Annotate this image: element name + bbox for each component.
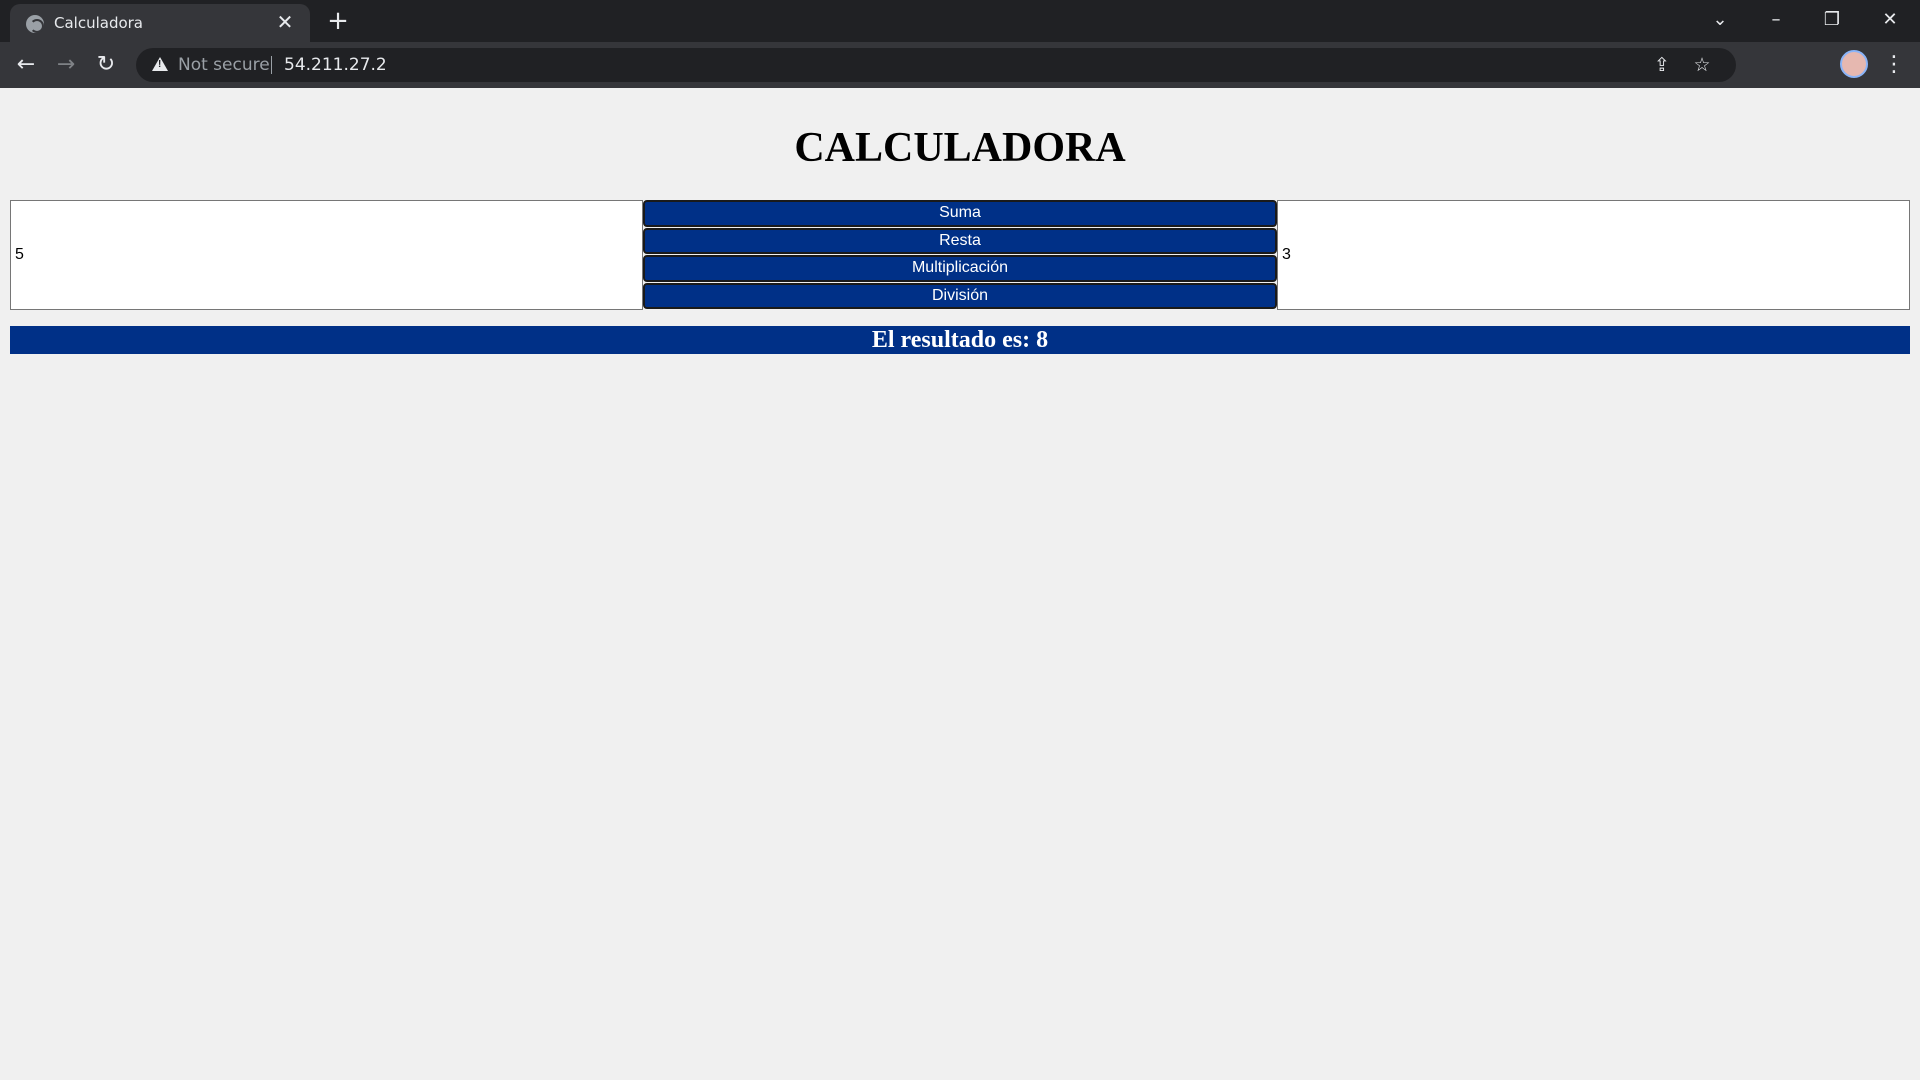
close-tab-icon[interactable]: ✕ <box>274 11 296 33</box>
first-number-input[interactable] <box>10 200 643 310</box>
address-bar[interactable]: Not secure 54.211.27.2 ⇪ ☆ <box>136 48 1736 82</box>
minimize-button[interactable]: – <box>1756 6 1796 34</box>
tab-title: Calculadora <box>54 14 144 32</box>
second-number-input[interactable] <box>1277 200 1910 310</box>
operation-buttons: Suma Resta Multiplicación División <box>643 200 1277 310</box>
restore-button[interactable]: ❐ <box>1812 6 1852 34</box>
omnibox-divider <box>271 56 272 74</box>
tab-strip: Calculadora ✕ + ⌄ – ❐ ✕ <box>0 0 1920 42</box>
security-label[interactable]: Not secure <box>178 55 270 75</box>
browser-chrome: Calculadora ✕ + ⌄ – ❐ ✕ ← → ↻ Not secure… <box>0 0 1920 88</box>
calculator-row: Suma Resta Multiplicación División <box>10 200 1910 310</box>
close-window-button[interactable]: ✕ <box>1870 6 1910 34</box>
reload-icon[interactable]: ↻ <box>92 51 120 79</box>
url-text[interactable]: 54.211.27.2 <box>284 55 387 75</box>
warning-icon[interactable] <box>152 57 168 71</box>
share-icon[interactable]: ⇪ <box>1648 51 1676 79</box>
forward-arrow-icon[interactable]: → <box>52 51 80 79</box>
result-value: 8 <box>1036 327 1049 353</box>
result-banner: El resultado es: 8 <box>10 326 1910 354</box>
globe-icon <box>26 15 44 33</box>
kebab-menu-icon[interactable]: ⋮ <box>1880 51 1908 79</box>
divide-button[interactable]: División <box>643 282 1277 309</box>
tab-search-icon[interactable]: ⌄ <box>1700 6 1740 34</box>
page-title: CALCULADORA <box>794 125 1126 171</box>
page-content: CALCULADORA Suma Resta Multiplicación Di… <box>0 88 1920 1080</box>
browser-tab[interactable]: Calculadora ✕ <box>10 4 310 42</box>
new-tab-button[interactable]: + <box>324 8 352 36</box>
browser-toolbar: ← → ↻ Not secure 54.211.27.2 ⇪ ☆ ⋮ <box>0 42 1920 88</box>
sum-button[interactable]: Suma <box>643 200 1277 227</box>
star-icon[interactable]: ☆ <box>1688 51 1716 79</box>
back-arrow-icon[interactable]: ← <box>12 51 40 79</box>
profile-avatar[interactable] <box>1840 50 1868 78</box>
multiply-button[interactable]: Multiplicación <box>643 255 1277 282</box>
subtract-button[interactable]: Resta <box>643 227 1277 254</box>
result-label: El resultado es: <box>871 327 1037 353</box>
